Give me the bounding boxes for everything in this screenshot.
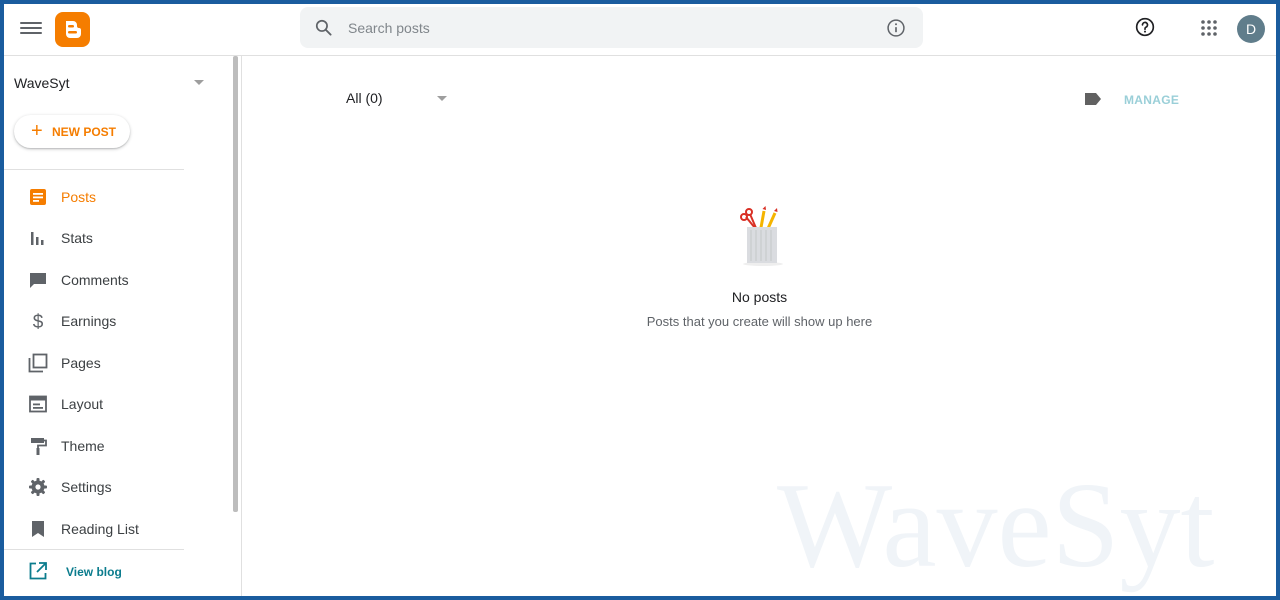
search-bar[interactable] xyxy=(300,7,923,48)
sidebar-item-posts[interactable]: Posts xyxy=(4,177,236,217)
sidebar-item-layout[interactable]: Layout xyxy=(4,384,236,424)
paint-roller-icon xyxy=(31,438,47,455)
hamburger-menu-icon[interactable] xyxy=(20,19,42,39)
view-blog-label: View blog xyxy=(66,565,122,579)
divider xyxy=(4,169,184,170)
dollar-icon: $ xyxy=(33,312,44,331)
top-bar: D xyxy=(4,4,1276,56)
search-input[interactable] xyxy=(348,17,868,39)
pencil-cup-icon xyxy=(740,206,783,266)
comments-icon xyxy=(30,273,46,288)
sidebar-item-earnings[interactable]: $ Earnings xyxy=(4,301,236,341)
sidebar-item-label: Theme xyxy=(61,438,105,454)
manage-button[interactable]: MANAGE xyxy=(1124,93,1179,107)
sidebar-item-label: Layout xyxy=(61,396,104,412)
apps-grid-icon[interactable] xyxy=(1201,20,1217,36)
stats-icon xyxy=(31,232,44,245)
divider xyxy=(4,549,184,550)
sidebar-item-label: Posts xyxy=(61,189,97,205)
sidebar-item-pages[interactable]: Pages xyxy=(4,343,236,383)
sidebar-item-label: Comments xyxy=(61,272,129,288)
info-icon[interactable] xyxy=(886,18,906,38)
sidebar-item-label: Earnings xyxy=(61,313,117,329)
help-icon[interactable] xyxy=(1135,17,1155,37)
sidebar-item-stats[interactable]: Stats xyxy=(4,218,236,258)
sidebar-item-label: Settings xyxy=(61,479,112,495)
main-content: All (0) MANAGE No posts Posts that you c… xyxy=(243,56,1276,596)
sidebar-item-settings[interactable]: Settings xyxy=(4,467,236,507)
filter-label: All (0) xyxy=(346,90,383,106)
sidebar-item-label: Reading List xyxy=(61,521,139,537)
posts-icon xyxy=(30,189,46,205)
svg-text:$: $ xyxy=(33,312,44,331)
sidebar-scrollbar[interactable] xyxy=(233,56,238,512)
avatar[interactable]: D xyxy=(1237,15,1265,43)
sidebar: WaveSyt + NEW POST Posts Stats Comments … xyxy=(4,56,242,596)
layout-icon xyxy=(29,395,47,413)
watermark: WaveSyt xyxy=(777,458,1215,593)
sidebar-item-label: Stats xyxy=(61,230,93,246)
blog-selector[interactable]: WaveSyt xyxy=(14,75,70,91)
gear-icon xyxy=(29,478,47,496)
sidebar-item-reading-list[interactable]: Reading List xyxy=(4,509,236,549)
bookmark-icon xyxy=(32,521,44,537)
pages-icon xyxy=(28,353,48,373)
sidebar-item-label: Pages xyxy=(61,355,101,371)
chevron-down-icon xyxy=(437,96,447,101)
new-post-label: NEW POST xyxy=(52,125,117,139)
empty-state-title: No posts xyxy=(731,289,788,305)
view-blog-link[interactable]: View blog xyxy=(4,556,236,586)
blogger-logo-icon[interactable] xyxy=(55,12,90,47)
plus-icon: + xyxy=(31,120,43,142)
chevron-down-icon[interactable] xyxy=(194,80,204,85)
external-link-icon xyxy=(29,562,47,580)
sidebar-item-comments[interactable]: Comments xyxy=(4,260,236,300)
new-post-button[interactable]: + NEW POST xyxy=(14,115,130,148)
label-tag-icon[interactable] xyxy=(1084,92,1102,106)
posts-filter-dropdown[interactable]: All (0) xyxy=(343,87,453,111)
search-icon[interactable] xyxy=(314,18,333,37)
empty-state-subtitle: Posts that you create will show up here xyxy=(646,314,873,329)
sidebar-item-theme[interactable]: Theme xyxy=(4,426,236,466)
